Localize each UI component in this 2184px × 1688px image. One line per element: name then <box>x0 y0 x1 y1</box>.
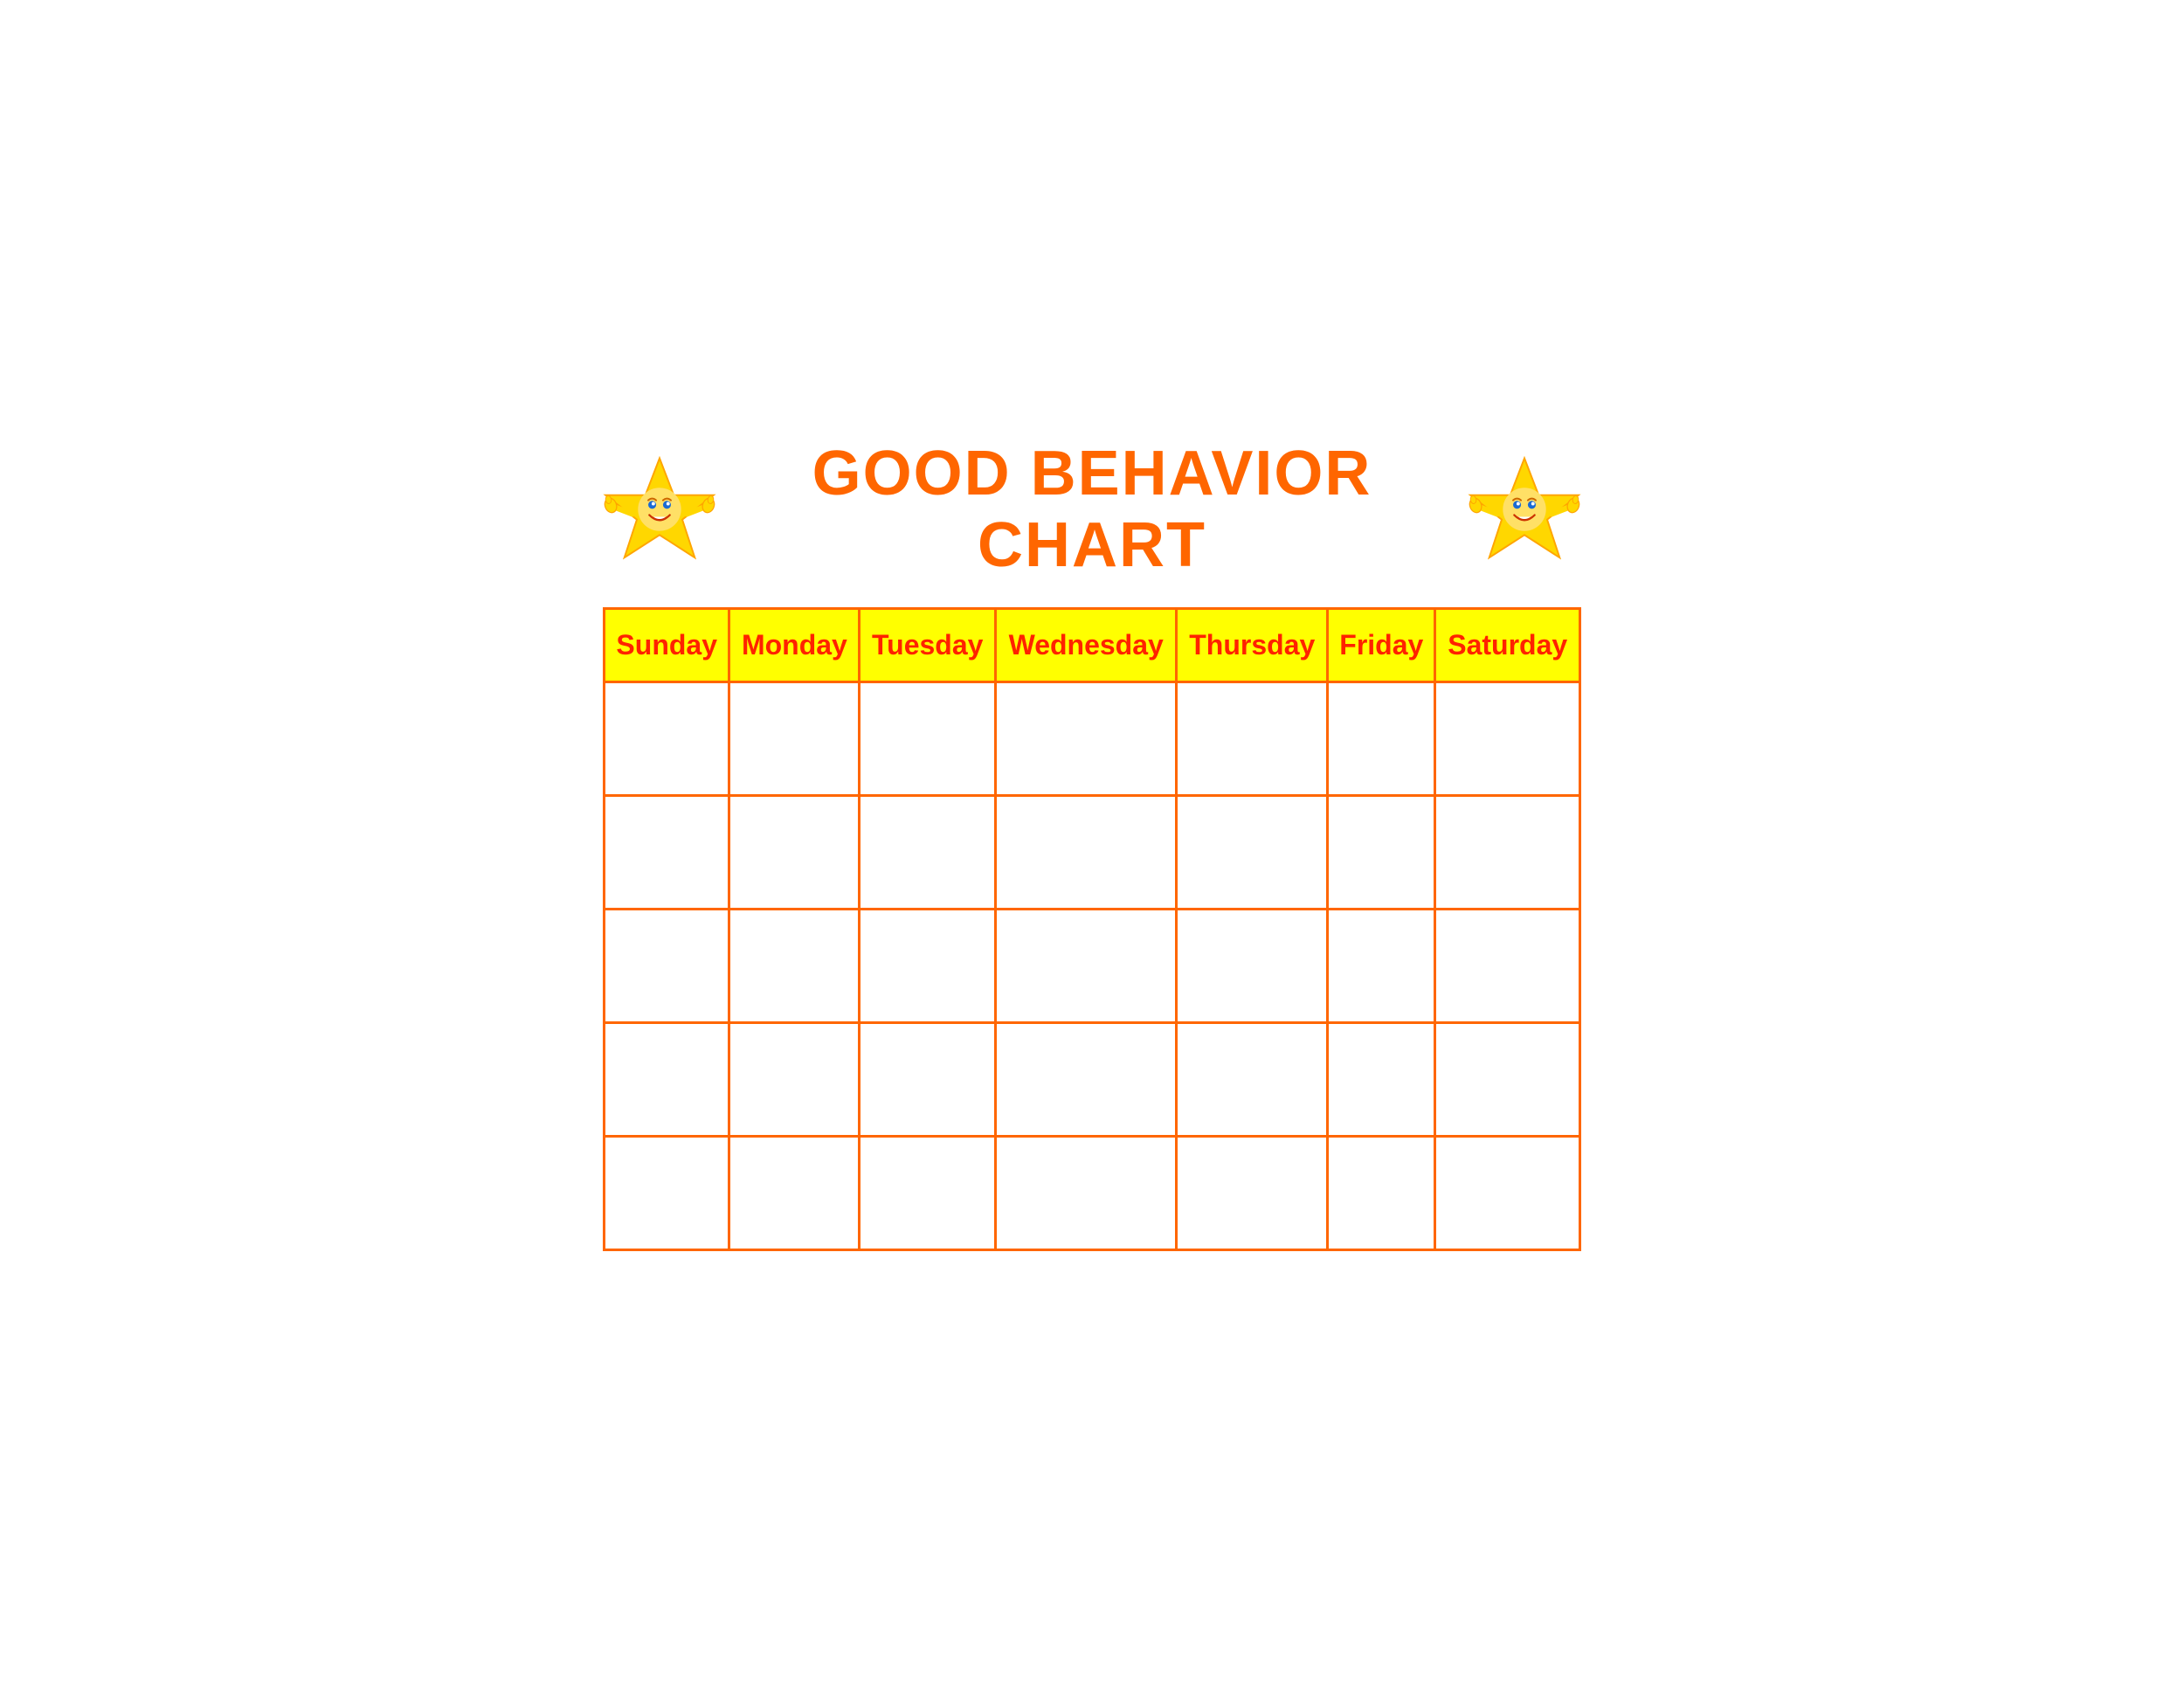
cell-row4-tue[interactable] <box>860 1022 996 1136</box>
cell-row3-sat[interactable] <box>1435 909 1580 1022</box>
cell-row2-fri[interactable] <box>1328 795 1435 909</box>
col-header-tuesday: Tuesday <box>860 608 996 681</box>
col-header-friday: Friday <box>1328 608 1435 681</box>
table-row <box>605 795 1580 909</box>
cell-row5-fri[interactable] <box>1328 1136 1435 1249</box>
col-header-thursday: Thursday <box>1177 608 1328 681</box>
cell-row2-sat[interactable] <box>1435 795 1580 909</box>
col-header-monday: Monday <box>729 608 860 681</box>
page-container: GOOD BEHAVIOR CHART Sunday M <box>568 403 1616 1286</box>
col-header-saturday: Saturday <box>1435 608 1580 681</box>
behavior-chart-table: Sunday Monday Tuesday Wednesday Thursday… <box>603 607 1581 1251</box>
star-mascot-right-icon <box>1468 453 1581 566</box>
cell-row5-wed[interactable] <box>996 1136 1177 1249</box>
cell-row2-thu[interactable] <box>1177 795 1328 909</box>
cell-row5-tue[interactable] <box>860 1136 996 1249</box>
cell-row4-sat[interactable] <box>1435 1022 1580 1136</box>
header: GOOD BEHAVIOR CHART <box>603 429 1581 590</box>
cell-row5-sun[interactable] <box>605 1136 729 1249</box>
cell-row1-wed[interactable] <box>996 681 1177 795</box>
col-header-sunday: Sunday <box>605 608 729 681</box>
cell-row4-thu[interactable] <box>1177 1022 1328 1136</box>
header-title-area: GOOD BEHAVIOR CHART <box>725 438 1459 581</box>
cell-row5-mon[interactable] <box>729 1136 860 1249</box>
cell-row2-mon[interactable] <box>729 795 860 909</box>
table-row <box>605 909 1580 1022</box>
cell-row4-mon[interactable] <box>729 1022 860 1136</box>
cell-row4-sun[interactable] <box>605 1022 729 1136</box>
cell-row2-wed[interactable] <box>996 795 1177 909</box>
cell-row1-thu[interactable] <box>1177 681 1328 795</box>
cell-row3-thu[interactable] <box>1177 909 1328 1022</box>
cell-row3-fri[interactable] <box>1328 909 1435 1022</box>
cell-row3-wed[interactable] <box>996 909 1177 1022</box>
cell-row1-sun[interactable] <box>605 681 729 795</box>
header-row: Sunday Monday Tuesday Wednesday Thursday… <box>605 608 1580 681</box>
cell-row1-mon[interactable] <box>729 681 860 795</box>
cell-row5-thu[interactable] <box>1177 1136 1328 1249</box>
cell-row3-sun[interactable] <box>605 909 729 1022</box>
col-header-wednesday: Wednesday <box>996 608 1177 681</box>
cell-row1-fri[interactable] <box>1328 681 1435 795</box>
cell-row3-tue[interactable] <box>860 909 996 1022</box>
table-row <box>605 681 1580 795</box>
cell-row2-tue[interactable] <box>860 795 996 909</box>
cell-row1-tue[interactable] <box>860 681 996 795</box>
cell-row2-sun[interactable] <box>605 795 729 909</box>
cell-row5-sat[interactable] <box>1435 1136 1580 1249</box>
page-title: GOOD BEHAVIOR CHART <box>725 438 1459 581</box>
cell-row4-wed[interactable] <box>996 1022 1177 1136</box>
cell-row3-mon[interactable] <box>729 909 860 1022</box>
cell-row4-fri[interactable] <box>1328 1022 1435 1136</box>
star-mascot-left-icon <box>603 453 716 566</box>
table-row <box>605 1136 1580 1249</box>
table-row <box>605 1022 1580 1136</box>
cell-row1-sat[interactable] <box>1435 681 1580 795</box>
